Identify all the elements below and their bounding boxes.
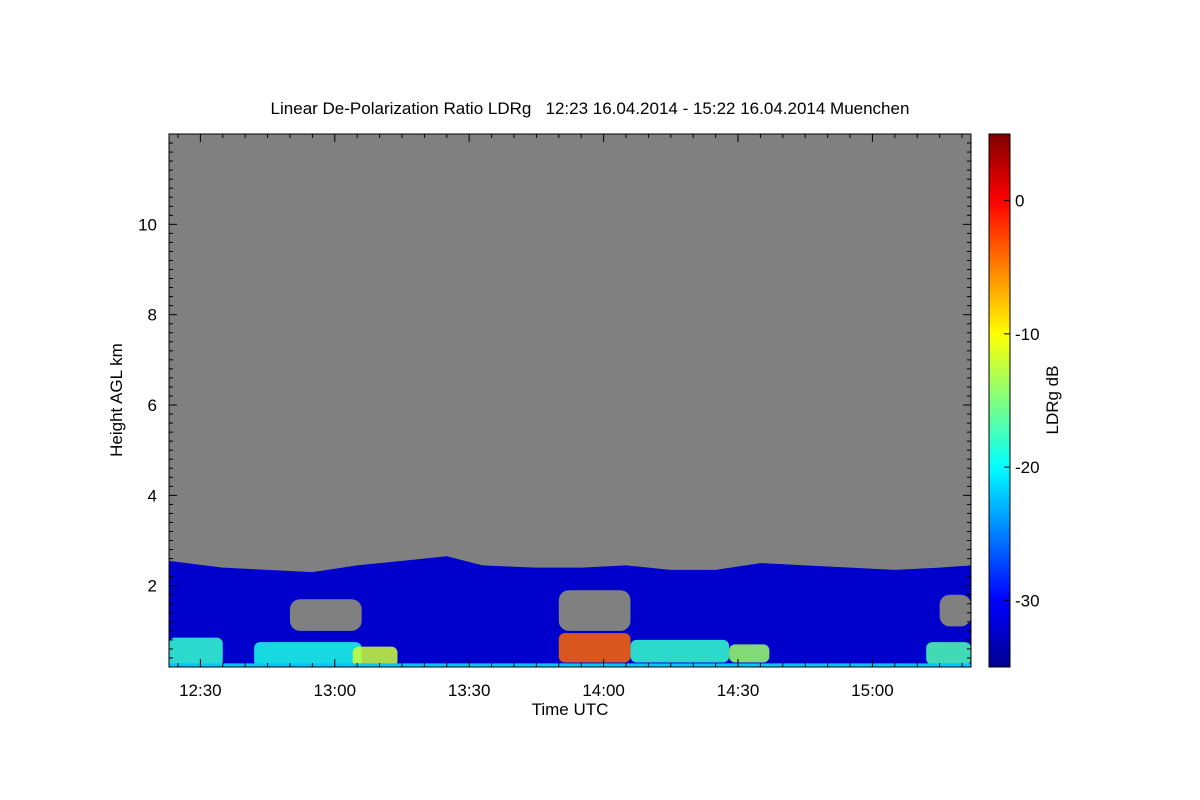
plot-area <box>168 133 972 668</box>
chart-figure: Linear De-Polarization Ratio LDRg 12:23 … <box>107 99 1062 719</box>
colorbar-gradient <box>988 133 1011 668</box>
colorbar-label: LDRg dB <box>1043 366 1062 435</box>
high-ldr-region <box>558 633 631 663</box>
high-ldr-region <box>729 644 770 663</box>
high-ldr-region <box>169 637 223 667</box>
x-axis-label: Time UTC <box>532 700 609 719</box>
y-axis-label: Height AGL km <box>107 343 126 457</box>
colorbar-tick-label: 0 <box>1015 192 1024 211</box>
x-tick-label: 14:30 <box>717 681 760 700</box>
chart-title: Linear De-Polarization Ratio LDRg 12:23 … <box>271 99 910 118</box>
colorbar-tick-label: -20 <box>1015 458 1040 477</box>
y-tick-label: 10 <box>138 215 157 234</box>
colorbar: 0 -10 -20 -30 LDRg dB <box>988 133 1062 668</box>
no-signal-patch <box>939 594 971 627</box>
y-tick-label: 4 <box>148 486 157 505</box>
colorbar-tick-label: -10 <box>1015 325 1040 344</box>
no-signal-patch <box>289 599 362 631</box>
high-ldr-region <box>926 642 971 665</box>
x-tick-label: 12:30 <box>179 681 222 700</box>
no-signal-patch <box>558 590 631 631</box>
colorbar-tick-label: -30 <box>1015 591 1040 610</box>
x-tick-label: 14:00 <box>582 681 625 700</box>
x-tick-label: 13:30 <box>448 681 491 700</box>
y-tick-label: 8 <box>148 306 157 325</box>
x-tick-label: 13:00 <box>314 681 357 700</box>
surface-layer <box>169 663 971 667</box>
y-tick-label: 2 <box>148 577 157 596</box>
high-ldr-region <box>630 639 730 663</box>
high-ldr-region <box>254 642 362 667</box>
x-tick-label: 15:00 <box>851 681 894 700</box>
y-tick-label: 6 <box>148 396 157 415</box>
